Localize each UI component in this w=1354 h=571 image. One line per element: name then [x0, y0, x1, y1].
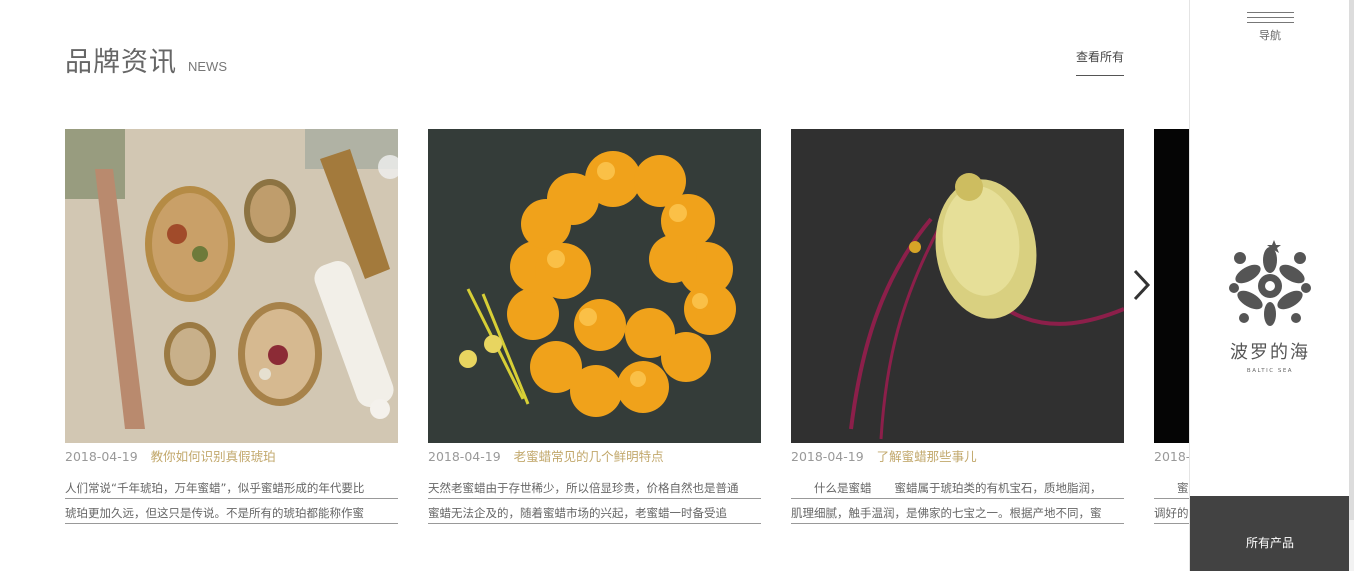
right-sidebar: 导航 波罗的海 BALTIC SEA 所有产品 [1189, 0, 1350, 571]
news-excerpt: 蜜 调好的 [1154, 474, 1189, 524]
news-card[interactable]: 2018-04-19 教你如何识别真假琥珀 人们常说“千年琥珀，万年蜜蜡”，似乎… [65, 129, 398, 524]
nav-menu-button[interactable]: 导航 [1246, 12, 1294, 52]
section-subtitle: NEWS [188, 59, 227, 74]
hamburger-menu-icon [1246, 12, 1294, 23]
all-products-button[interactable]: 所有产品 [1190, 496, 1350, 571]
news-excerpt: 天然老蜜蜡由于存世稀少，所以倍显珍贵，价格自然也是普通 蜜蜡无法企及的，随着蜜蜡… [428, 474, 761, 524]
view-all-link[interactable]: 查看所有 [1076, 48, 1124, 76]
excerpt-line: 蜜 [1154, 474, 1189, 499]
chevron-right-icon[interactable] [1128, 265, 1154, 305]
news-image-amber-bracelet[interactable] [428, 129, 761, 443]
news-title[interactable]: 教你如何识别真假琥珀 [151, 449, 276, 464]
excerpt-line: 什么是蜜蜡 蜜蜡属于琥珀类的有机宝石，质地脂润， [791, 474, 1124, 499]
brand-logo[interactable]: 波罗的海 BALTIC SEA [1220, 236, 1320, 380]
news-page: 品牌资讯 NEWS 查看所有 2018-04-19 教你如何识别真假琥珀 人们常… [0, 0, 1354, 571]
news-date: 2018-04-19 [428, 449, 501, 464]
news-meta: 2018-04-19 老蜜蜡常见的几个鲜明特点 [428, 448, 761, 466]
logo-english-name: BALTIC SEA [1246, 368, 1294, 374]
news-image-dark[interactable] [1154, 129, 1189, 443]
news-meta: 2018-0 [1154, 448, 1189, 466]
excerpt-line: 调好的 [1154, 499, 1189, 524]
scrollbar-thumb[interactable] [1349, 0, 1354, 520]
excerpt-line: 天然老蜜蜡由于存世稀少，所以倍显珍贵，价格自然也是普通 [428, 474, 761, 499]
news-date: 2018-04-19 [791, 449, 864, 464]
section-title: 品牌资讯 [65, 47, 177, 78]
baltic-sea-floral-logo [1229, 240, 1311, 326]
news-date: 2018-0 [1154, 449, 1189, 464]
news-image-amber-jewelry[interactable] [65, 129, 398, 443]
news-date: 2018-04-19 [65, 449, 138, 464]
news-meta: 2018-04-19 了解蜜蜡那些事儿 [791, 448, 1124, 466]
news-image-amber-pendant[interactable] [791, 129, 1124, 443]
excerpt-line: 肌理细腻，触手温润，是佛家的七宝之一。根据产地不同，蜜 [791, 499, 1124, 524]
news-excerpt: 人们常说“千年琥珀，万年蜜蜡”，似乎蜜蜡形成的年代要比 琥珀更加久远，但这只是传… [65, 474, 398, 524]
news-title[interactable]: 了解蜜蜡那些事儿 [877, 449, 977, 464]
section-heading: 品牌资讯 NEWS [65, 40, 227, 79]
news-carousel: 2018-04-19 教你如何识别真假琥珀 人们常说“千年琥珀，万年蜜蜡”，似乎… [65, 129, 1189, 571]
nav-menu-label: 导航 [1259, 29, 1281, 42]
news-card[interactable]: 2018-04-19 了解蜜蜡那些事儿 什么是蜜蜡 蜜蜡属于琥珀类的有机宝石，质… [791, 129, 1124, 524]
excerpt-line: 人们常说“千年琥珀，万年蜜蜡”，似乎蜜蜡形成的年代要比 [65, 474, 398, 499]
news-meta: 2018-04-19 教你如何识别真假琥珀 [65, 448, 398, 466]
news-card[interactable]: 2018-0 蜜 调好的 [1154, 129, 1189, 524]
news-excerpt: 什么是蜜蜡 蜜蜡属于琥珀类的有机宝石，质地脂润， 肌理细腻，触手温润，是佛家的七… [791, 474, 1124, 524]
logo-chinese-name: 波罗的海 [1230, 342, 1310, 363]
excerpt-line: 琥珀更加久远，但这只是传说。不是所有的琥珀都能称作蜜 [65, 499, 398, 524]
news-card[interactable]: 2018-04-19 老蜜蜡常见的几个鲜明特点 天然老蜜蜡由于存世稀少，所以倍显… [428, 129, 761, 524]
news-title[interactable]: 老蜜蜡常见的几个鲜明特点 [514, 449, 664, 464]
excerpt-line: 蜜蜡无法企及的，随着蜜蜡市场的兴起，老蜜蜡一时备受追 [428, 499, 761, 524]
page-scrollbar[interactable] [1349, 0, 1354, 571]
